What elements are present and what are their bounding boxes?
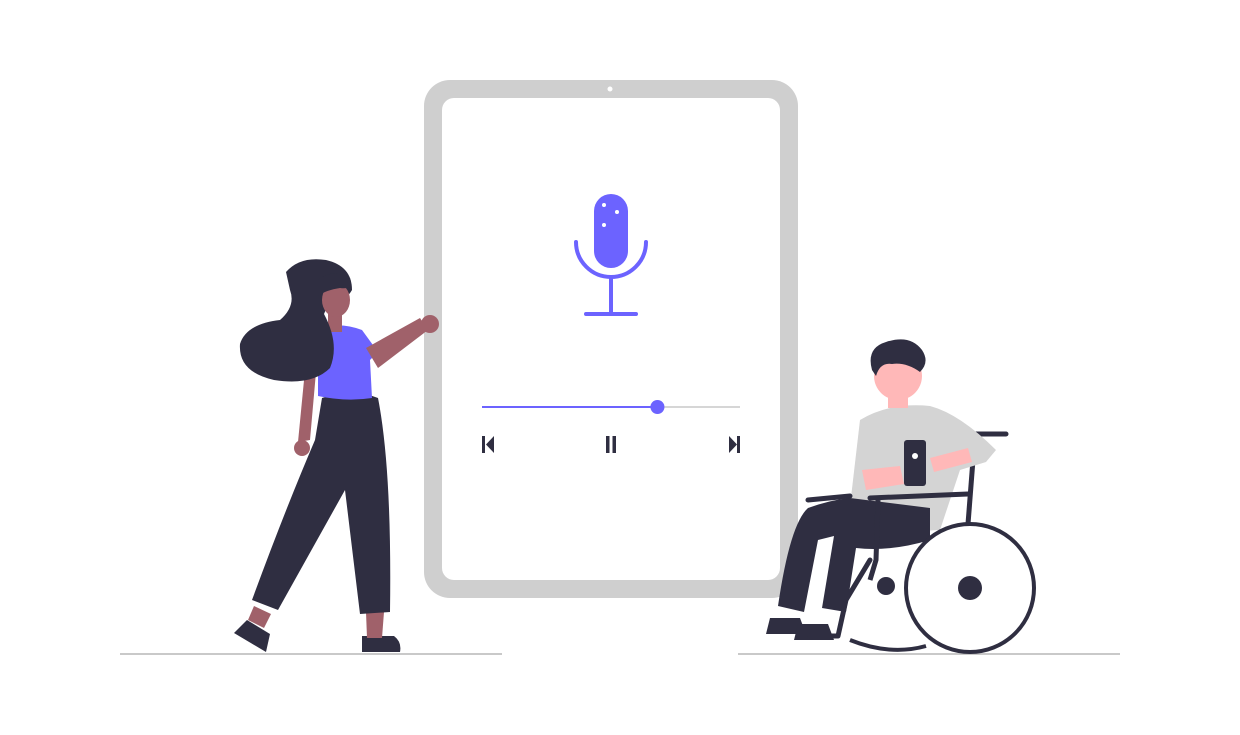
tablet-camera [607,86,613,92]
phone-icon [904,440,926,486]
tablet [424,80,798,598]
progress-handle[interactable] [650,400,665,414]
microphone-capsule [594,194,628,268]
illustration-canvas [120,80,1120,655]
voice-assistant-illustration [0,0,1240,735]
microphone-highlight [615,210,619,214]
man-in-wheelchair [766,339,1036,654]
standing-woman [234,259,439,652]
woman-back-hand [294,440,310,456]
woman-ankle [366,612,384,638]
woman-front-arm [366,318,428,368]
wheelchair-caster [877,577,895,595]
microphone-highlight [602,223,606,227]
woman-front-hand [421,315,439,333]
wheelchair-wheel-hub [958,576,982,600]
microphone-highlight [602,203,606,207]
phone-screen-dot [912,453,918,459]
woman-pants [252,393,391,614]
wheelchair-caster-arc [849,638,927,652]
tablet-screen [442,98,780,580]
woman-right-shoe [362,636,401,652]
